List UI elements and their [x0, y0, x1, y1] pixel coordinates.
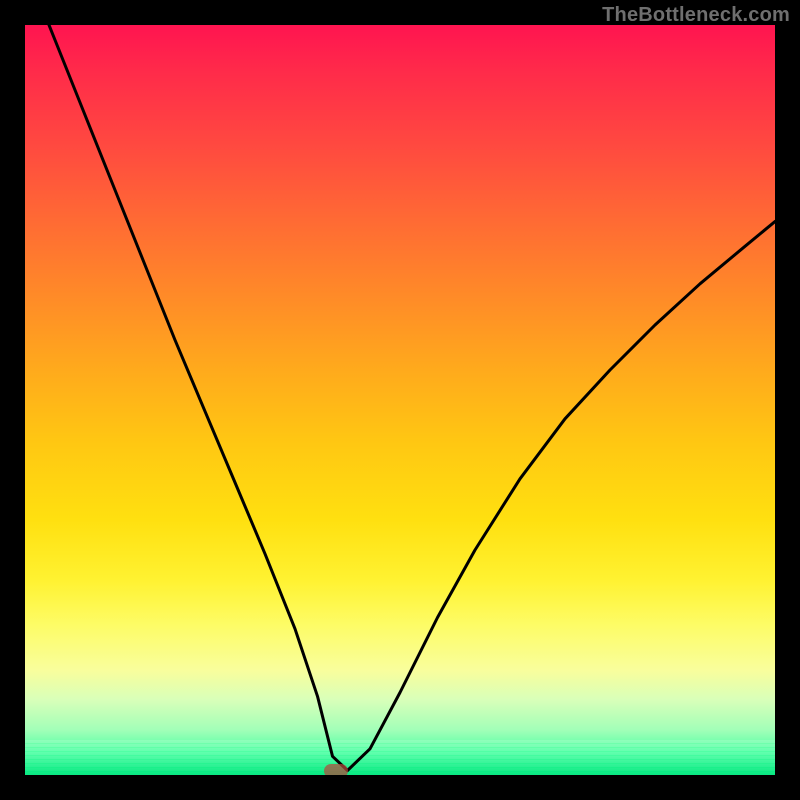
plot-area: [25, 25, 775, 775]
chart-frame: TheBottleneck.com: [0, 0, 800, 800]
optimal-point-marker: [324, 764, 348, 775]
watermark-text: TheBottleneck.com: [602, 4, 790, 27]
bottleneck-curve: [25, 25, 775, 775]
